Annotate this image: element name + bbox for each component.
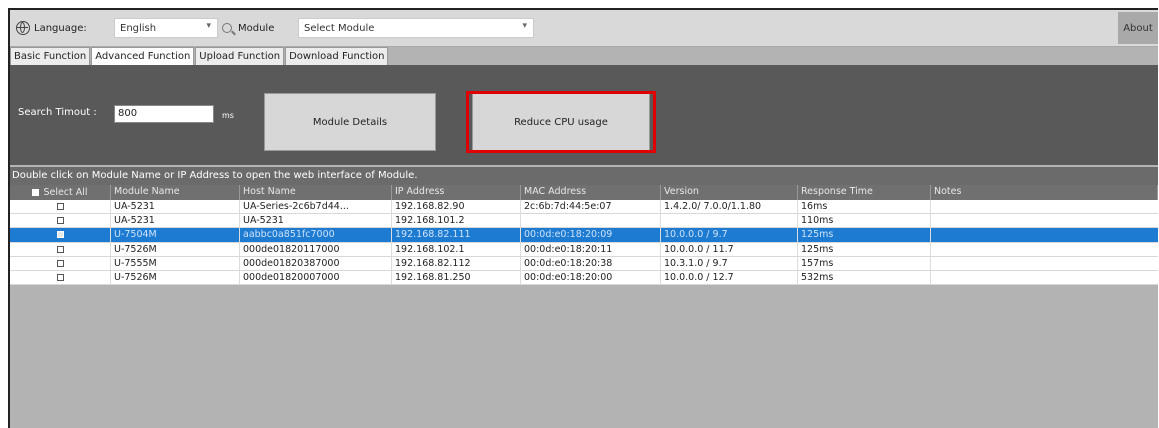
host-name-cell: UA-5231: [240, 214, 392, 228]
host-name-cell: 000de01820387000: [240, 256, 392, 270]
mac-address-cell: 00:0d:e0:18:20:11: [521, 242, 661, 256]
module-name-cell[interactable]: U-7526M: [111, 242, 240, 256]
row-checkbox-cell[interactable]: [10, 242, 111, 256]
language-select[interactable]: English ▾: [114, 18, 218, 38]
module-name-cell[interactable]: U-7504M: [111, 228, 240, 242]
row-checkbox-cell[interactable]: [10, 256, 111, 270]
globe-icon: [16, 21, 30, 35]
search-timeout-input[interactable]: 800: [114, 105, 214, 123]
advanced-options-panel: Search Timout : 800 ms Module Details Re…: [10, 65, 1158, 165]
ip-address-cell[interactable]: 192.168.101.2: [392, 214, 521, 228]
search-icon: [222, 23, 232, 33]
about-button[interactable]: About: [1118, 12, 1158, 44]
ip-address-cell[interactable]: 192.168.81.250: [392, 270, 521, 285]
module-name-cell[interactable]: UA-5231: [111, 214, 240, 228]
ip-address-cell[interactable]: 192.168.82.90: [392, 200, 521, 214]
response-time-cell: 110ms: [798, 214, 931, 228]
ip-address-cell[interactable]: 192.168.82.111: [392, 228, 521, 242]
row-checkbox-checked[interactable]: [56, 231, 64, 239]
ip-address-cell[interactable]: 192.168.102.1: [392, 242, 521, 256]
chevron-down-icon: ▾: [206, 21, 211, 31]
select-all-label: Select All: [43, 186, 88, 198]
host-name-cell: aabbc0a851fc7000: [240, 228, 392, 242]
host-name-cell: 000de01820007000: [240, 270, 392, 285]
table-row[interactable]: UA-5231 UA-Series-2c6b7d44... 192.168.82…: [10, 200, 1158, 215]
header-version[interactable]: Version: [661, 185, 798, 200]
app-window: Language: English ▾ Module Select Module…: [8, 8, 1158, 428]
module-select[interactable]: Select Module ▾: [298, 18, 534, 38]
table-row[interactable]: U-7555M 000de01820387000 192.168.82.112 …: [10, 256, 1158, 271]
module-name-cell[interactable]: U-7555M: [111, 256, 240, 270]
row-checkbox[interactable]: [56, 203, 64, 211]
tab-upload-function[interactable]: Upload Function: [195, 47, 285, 65]
highlight-box: [466, 91, 656, 153]
select-all-checkbox[interactable]: [32, 189, 40, 196]
header-notes[interactable]: Notes: [931, 185, 1158, 200]
hint-text: Double click on Module Name or IP Addres…: [10, 167, 1158, 185]
row-checkbox[interactable]: [56, 217, 64, 225]
tab-advanced-function[interactable]: Advanced Function: [91, 47, 195, 65]
row-checkbox[interactable]: [56, 274, 64, 282]
language-select-value: English: [120, 22, 157, 34]
version-cell: 10.3.1.0 / 9.7: [661, 256, 798, 270]
notes-cell: [931, 214, 1158, 227]
table-row[interactable]: UA-5231 UA-5231 192.168.101.2 110ms: [10, 214, 1158, 229]
response-time-cell: 532ms: [798, 270, 931, 285]
chevron-down-icon: ▾: [522, 21, 527, 31]
toolbar: Language: English ▾ Module Select Module…: [10, 10, 1158, 47]
notes-cell: [931, 257, 1158, 270]
host-name-cell: 000de01820117000: [240, 242, 392, 256]
header-host-name[interactable]: Host Name: [240, 185, 392, 200]
notes-cell: [931, 228, 1158, 241]
notes-cell: [931, 243, 1158, 256]
response-time-cell: 125ms: [798, 242, 931, 256]
response-time-cell: 16ms: [798, 200, 931, 214]
version-cell: 10.0.0.0 / 12.7: [661, 270, 798, 285]
row-checkbox[interactable]: [56, 259, 64, 267]
ip-address-cell[interactable]: 192.168.82.112: [392, 256, 521, 270]
response-time-cell: 157ms: [798, 256, 931, 270]
language-label: Language:: [34, 22, 87, 34]
timeout-unit-label: ms: [222, 111, 234, 120]
module-table: Select All Module Name Host Name IP Addr…: [10, 185, 1158, 286]
mac-address-cell: [521, 214, 661, 228]
module-details-button[interactable]: Module Details: [264, 93, 436, 151]
table-header: Select All Module Name Host Name IP Addr…: [10, 185, 1158, 200]
mac-address-cell: 00:0d:e0:18:20:38: [521, 256, 661, 270]
row-checkbox-cell[interactable]: [10, 200, 111, 214]
header-ip-address[interactable]: IP Address: [392, 185, 521, 200]
notes-cell: [931, 271, 1158, 284]
language-label-group: Language:: [16, 19, 87, 37]
header-mac-address[interactable]: MAC Address: [521, 185, 661, 200]
mac-address-cell: 00:0d:e0:18:20:09: [521, 228, 661, 242]
tab-basic-function[interactable]: Basic Function: [10, 47, 91, 65]
row-checkbox-cell[interactable]: [10, 270, 111, 285]
module-label-group: Module: [222, 19, 274, 37]
notes-cell: [931, 200, 1158, 213]
table-row[interactable]: U-7526M 000de01820007000 192.168.81.250 …: [10, 270, 1158, 286]
host-name-cell: UA-Series-2c6b7d44...: [240, 200, 392, 214]
header-module-name[interactable]: Module Name: [111, 185, 240, 200]
tab-bar: Basic Function Advanced Function Upload …: [10, 47, 389, 65]
version-cell: 10.0.0.0 / 9.7: [661, 228, 798, 242]
row-checkbox-cell[interactable]: [10, 214, 111, 228]
table-row-selected[interactable]: U-7504M aabbc0a851fc7000 192.168.82.111 …: [10, 228, 1158, 243]
mac-address-cell: 00:0d:e0:18:20:00: [521, 270, 661, 285]
version-cell: 1.4.2.0/ 7.0.0/1.1.80: [661, 200, 798, 214]
module-label: Module: [238, 22, 275, 34]
header-response-time[interactable]: Response Time: [798, 185, 931, 200]
tab-download-function[interactable]: Download Function: [285, 47, 389, 65]
row-checkbox[interactable]: [56, 245, 64, 253]
table-row[interactable]: U-7526M 000de01820117000 192.168.102.1 0…: [10, 242, 1158, 257]
response-time-cell: 125ms: [798, 228, 931, 242]
module-name-cell[interactable]: U-7526M: [111, 270, 240, 285]
row-checkbox-cell[interactable]: [10, 228, 111, 242]
module-select-value: Select Module: [304, 22, 375, 34]
select-all-header[interactable]: Select All: [10, 185, 111, 200]
module-name-cell[interactable]: UA-5231: [111, 200, 240, 214]
version-cell: [661, 214, 798, 228]
search-timeout-label: Search Timout :: [18, 107, 97, 118]
mac-address-cell: 2c:6b:7d:44:5e:07: [521, 200, 661, 214]
version-cell: 10.0.0.0 / 11.7: [661, 242, 798, 256]
